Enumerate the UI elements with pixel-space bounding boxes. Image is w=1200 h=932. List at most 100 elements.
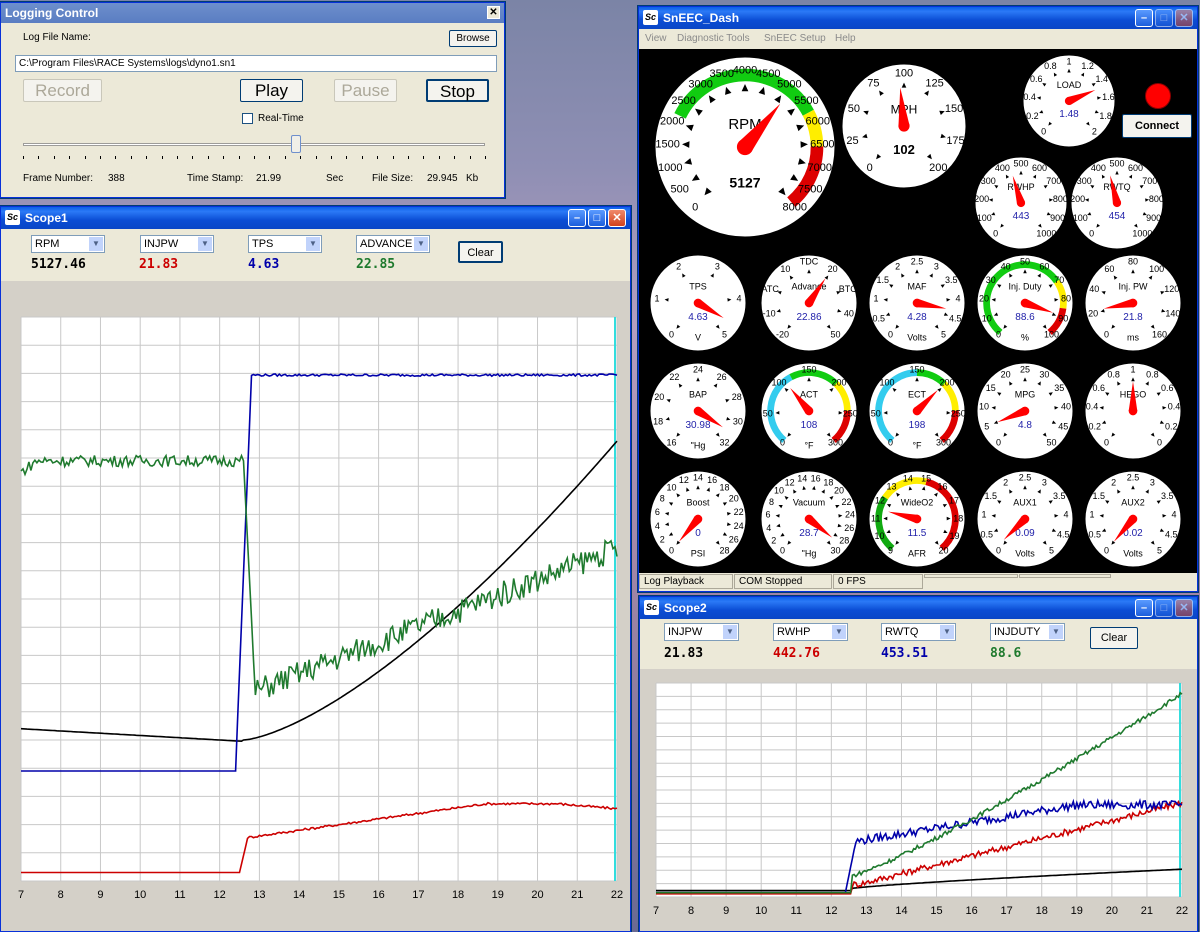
gauge-tick-label: 160 xyxy=(1152,330,1167,340)
slider-tick xyxy=(254,156,255,159)
chevron-down-icon[interactable]: ▼ xyxy=(414,237,428,251)
gauge-value: 454 xyxy=(1109,211,1126,222)
channel-name: RWTQ xyxy=(885,626,919,638)
x-tick-label: 18 xyxy=(1036,905,1048,917)
close-icon[interactable]: ✕ xyxy=(487,6,500,19)
playback-slider-track[interactable] xyxy=(23,143,485,146)
gauge-tick-label: 4.5 xyxy=(949,313,962,323)
record-button[interactable]: Record xyxy=(23,79,102,102)
gauge-tick-label: 2 xyxy=(1111,478,1116,488)
gauge-tick-label: 80 xyxy=(1061,294,1071,304)
gauge-hub xyxy=(1112,198,1122,208)
chevron-down-icon[interactable]: ▼ xyxy=(198,237,212,251)
menu-diagnostic-tools[interactable]: Diagnostic Tools xyxy=(677,33,750,44)
menu-view[interactable]: View xyxy=(645,33,667,44)
slider-tick xyxy=(346,156,348,159)
scope1-clear-button[interactable]: Clear xyxy=(458,241,503,263)
gauge-hub xyxy=(912,514,922,524)
gauge-tick-label: 900 xyxy=(1146,213,1161,223)
slider-tick xyxy=(469,156,471,159)
dash-titlebar[interactable]: Sc SnEEC_Dash – □ ✕ xyxy=(639,7,1197,29)
browse-button[interactable]: Browse xyxy=(449,30,497,47)
gauge-tick-label: 2 xyxy=(895,262,900,272)
scope1-channel-1-select[interactable]: RPM ▼ xyxy=(31,235,105,253)
menu-sneec-setup[interactable]: SnEEC Setup xyxy=(764,33,826,44)
gauge-tick-label: 30 xyxy=(986,275,996,285)
gauge-hub xyxy=(898,120,910,132)
scope1-channel-3-select[interactable]: TPS ▼ xyxy=(248,235,322,253)
realtime-checkbox[interactable] xyxy=(242,113,253,124)
gauge-tick-label: 45 xyxy=(1058,421,1068,431)
scope2-titlebar[interactable]: Sc Scope2 – □ ✕ xyxy=(640,597,1197,619)
gauge-value: 21.8 xyxy=(1123,312,1143,323)
slider-tick xyxy=(100,156,101,159)
maximize-icon[interactable]: □ xyxy=(588,209,606,227)
scope2-channel-4-select[interactable]: INJDUTY ▼ xyxy=(990,623,1065,641)
gauge-tick-label: 150 xyxy=(801,365,816,375)
gauge-tick-label: 5 xyxy=(722,330,727,340)
gauge-unit: "Hg xyxy=(802,548,817,558)
chevron-down-icon[interactable]: ▼ xyxy=(832,625,846,639)
gauge-tick-label: 30 xyxy=(1039,370,1049,380)
gauge-tick-label: 0 xyxy=(1157,438,1162,448)
gauge-tick-label: 15 xyxy=(986,383,996,393)
minimize-icon[interactable]: – xyxy=(1135,599,1153,617)
close-icon[interactable]: ✕ xyxy=(1175,9,1193,27)
scope1-channel-2-select[interactable]: INJPW ▼ xyxy=(140,235,214,253)
scope2-channel-2-select[interactable]: RWHP ▼ xyxy=(773,623,848,641)
logging-titlebar[interactable]: Logging Control ✕ xyxy=(1,3,504,23)
x-tick-label: 20 xyxy=(1106,905,1118,917)
gauge-tick-label: 22 xyxy=(842,497,852,507)
gauge-tick-label: 1000 xyxy=(1132,228,1152,238)
chevron-down-icon[interactable]: ▼ xyxy=(306,237,320,251)
gauge-tick-label: 0.8 xyxy=(1044,61,1057,71)
stop-button[interactable]: Stop xyxy=(426,79,489,102)
status-empty-1 xyxy=(924,574,1018,578)
gauge-value: 4.28 xyxy=(907,312,927,323)
gauge-tick-label: 5000 xyxy=(777,79,801,91)
log-file-path-input[interactable]: C:\Program Files\RACE Systems\logs\dyno1… xyxy=(15,55,497,72)
gauge-hub xyxy=(1128,406,1138,416)
close-icon[interactable]: ✕ xyxy=(1175,599,1193,617)
x-tick-label: 10 xyxy=(755,905,767,917)
play-button[interactable]: Play xyxy=(240,79,303,102)
gauge-tick-label: 0.6 xyxy=(1161,383,1174,393)
x-tick-label: 9 xyxy=(723,905,729,917)
time-stamp-value: 21.99 xyxy=(256,173,282,184)
chevron-down-icon[interactable]: ▼ xyxy=(940,625,954,639)
gauge-tick-label: 300 xyxy=(1077,176,1092,186)
gauge-title: AUX1 xyxy=(1013,498,1037,508)
gauge-tick-label: 26 xyxy=(844,523,854,533)
minimize-icon[interactable]: – xyxy=(568,209,586,227)
maximize-icon[interactable]: □ xyxy=(1155,9,1173,27)
gauge-tick-label: 700 xyxy=(1046,176,1061,186)
chevron-down-icon[interactable]: ▼ xyxy=(723,625,737,639)
chevron-down-icon[interactable]: ▼ xyxy=(89,237,103,251)
gauge-hub xyxy=(1020,406,1030,416)
gauge-tick-label: 0 xyxy=(993,228,998,238)
scope2-clear-button[interactable]: Clear xyxy=(1090,627,1138,649)
minimize-icon[interactable]: – xyxy=(1135,9,1153,27)
pause-button[interactable]: Pause xyxy=(334,79,397,102)
scope2-channel-3-select[interactable]: RWTQ ▼ xyxy=(881,623,956,641)
scope1-plot[interactable]: 7 8 9 10 11 12 13 14 15 16 17 18 19 20 21 22 xyxy=(1,281,630,931)
gauge-tick-label: 100 xyxy=(1149,264,1164,274)
gauge-tick-label: 1.4 xyxy=(1096,74,1109,84)
gauge-tick-label: 4.5 xyxy=(1057,529,1070,539)
gauge-tick-label: 5 xyxy=(984,421,989,431)
gauge-tick-label: 300 xyxy=(981,176,996,186)
menu-help[interactable]: Help xyxy=(835,33,856,44)
gauge-value: 4.63 xyxy=(688,312,708,323)
scope2-plot[interactable]: 7 8 9 10 11 12 13 14 15 16 17 18 19 20 21 22 xyxy=(640,669,1197,931)
gauge-tick-label: 0 xyxy=(1104,546,1109,556)
x-tick-label: 8 xyxy=(58,889,64,901)
scope1-window: Sc Scope1 – □ ✕ RPM ▼ INJPW ▼ TPS ▼ ADVANCE… xyxy=(0,206,631,932)
playback-slider-thumb[interactable] xyxy=(290,135,301,153)
x-tick-label: 20 xyxy=(531,889,543,901)
scope1-channel-4-select[interactable]: ADVANCE ▼ xyxy=(356,235,430,253)
close-icon[interactable]: ✕ xyxy=(608,209,626,227)
scope1-titlebar[interactable]: Sc Scope1 – □ ✕ xyxy=(1,207,630,229)
chevron-down-icon[interactable]: ▼ xyxy=(1049,625,1063,639)
maximize-icon[interactable]: □ xyxy=(1155,599,1173,617)
scope2-channel-1-select[interactable]: INJPW ▼ xyxy=(664,623,739,641)
